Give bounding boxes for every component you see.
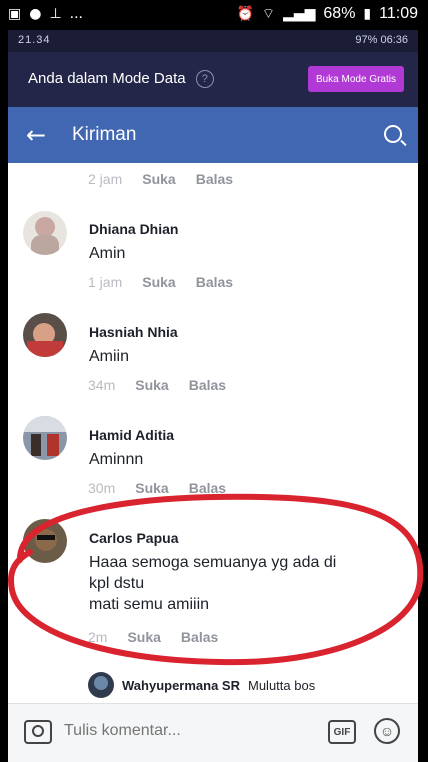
comment-time: 1 jam bbox=[88, 274, 123, 290]
like-button[interactable]: Suka bbox=[142, 171, 175, 187]
commenter-name[interactable]: Hasniah Nhia bbox=[89, 324, 178, 340]
like-button[interactable]: Suka bbox=[135, 377, 168, 393]
clock: 11:09 bbox=[379, 5, 418, 22]
comment-meta: 1 jam Suka Balas bbox=[88, 274, 233, 290]
comment-line: kpl dstu bbox=[89, 575, 145, 592]
avatar[interactable] bbox=[23, 313, 67, 357]
comment-time: 2 jam bbox=[88, 171, 123, 187]
reply-button[interactable]: Balas bbox=[189, 480, 226, 496]
gallery-icon: ▣ bbox=[8, 6, 22, 22]
comment-meta: 34m Suka Balas bbox=[88, 377, 226, 393]
comment-meta: 2m Suka Balas bbox=[88, 629, 218, 645]
reply-text: Mulutta bos bbox=[248, 677, 316, 693]
gif-icon[interactable]: GIF bbox=[328, 720, 356, 744]
comment-input[interactable] bbox=[62, 713, 356, 749]
reply-author: Wahyupermana SR bbox=[122, 677, 240, 693]
comment-meta: 30m Suka Balas bbox=[88, 480, 226, 496]
phone-status-bar: ▣ ● ⊥ ... ⏰ ⌔ ▂▄▆ 68% ▮ 11:09 bbox=[0, 0, 428, 30]
comment-text: Amiin bbox=[89, 348, 130, 365]
comment-text: Amin bbox=[89, 245, 126, 262]
reply-button[interactable]: Balas bbox=[189, 377, 226, 393]
app-screen: 21.34 97% 06:36 Anda dalam Mode Data ? B… bbox=[8, 30, 418, 762]
reply-preview[interactable]: Wahyupermana SR Mulutta bos bbox=[88, 672, 315, 698]
inner-battery: 97% 06:36 bbox=[355, 34, 408, 46]
data-mode-bar: Anda dalam Mode Data ? Buka Mode Gratis bbox=[8, 52, 418, 107]
comment-time: 30m bbox=[88, 480, 116, 496]
comment-text: Haaa semoga semuanya yg ada di kpl dstu … bbox=[89, 552, 399, 615]
comment-line: mati semu amiiin bbox=[89, 596, 210, 613]
inner-status-bar: 21.34 97% 06:36 bbox=[8, 30, 418, 52]
comment-line: Haaa semoga semuanya yg ada di bbox=[89, 554, 337, 571]
messenger-icon: ● bbox=[29, 6, 42, 22]
like-button[interactable]: Suka bbox=[142, 274, 175, 290]
avatar[interactable] bbox=[23, 416, 67, 460]
status-more: ... bbox=[69, 5, 83, 22]
notification-icon: ⊥ bbox=[49, 6, 62, 22]
comment-time: 2m bbox=[88, 629, 108, 645]
data-mode-text: Anda dalam Mode Data bbox=[28, 70, 186, 87]
comment-time: 34m bbox=[88, 377, 116, 393]
alarm-icon: ⏰ bbox=[236, 6, 254, 22]
inner-time: 21.34 bbox=[18, 34, 51, 46]
comment-feed[interactable]: 2 jam Suka Balas Dhiana Dhian Amin 1 jam… bbox=[8, 163, 418, 668]
commenter-name[interactable]: Dhiana Dhian bbox=[89, 221, 178, 237]
free-mode-button[interactable]: Buka Mode Gratis bbox=[307, 66, 404, 92]
comment-text: Aminnn bbox=[89, 451, 144, 468]
reply-button[interactable]: Balas bbox=[196, 171, 233, 187]
wifi-icon: ⌔ bbox=[261, 6, 276, 22]
commenter-name[interactable]: Hamid Aditia bbox=[89, 427, 174, 443]
commenter-name[interactable]: Carlos Papua bbox=[89, 530, 178, 546]
comment-composer: GIF ☺ bbox=[8, 703, 418, 762]
avatar[interactable] bbox=[23, 519, 67, 563]
battery-percent: 68% bbox=[323, 5, 356, 22]
avatar[interactable] bbox=[23, 211, 67, 255]
app-bar: ← Kiriman bbox=[8, 107, 418, 163]
search-icon[interactable] bbox=[384, 125, 402, 143]
back-arrow-icon[interactable]: ← bbox=[26, 121, 46, 149]
comment-meta: 2 jam Suka Balas bbox=[88, 171, 233, 187]
signal-icon: ▂▄▆ bbox=[283, 6, 316, 22]
like-button[interactable]: Suka bbox=[127, 629, 160, 645]
reply-button[interactable]: Balas bbox=[181, 629, 218, 645]
battery-icon: ▮ bbox=[363, 6, 372, 22]
like-button[interactable]: Suka bbox=[135, 480, 168, 496]
help-icon[interactable]: ? bbox=[195, 70, 214, 89]
camera-icon[interactable] bbox=[24, 720, 52, 744]
page-title: Kiriman bbox=[72, 124, 137, 145]
emoji-icon[interactable]: ☺ bbox=[374, 718, 400, 744]
reply-avatar bbox=[88, 672, 114, 698]
reply-button[interactable]: Balas bbox=[196, 274, 233, 290]
